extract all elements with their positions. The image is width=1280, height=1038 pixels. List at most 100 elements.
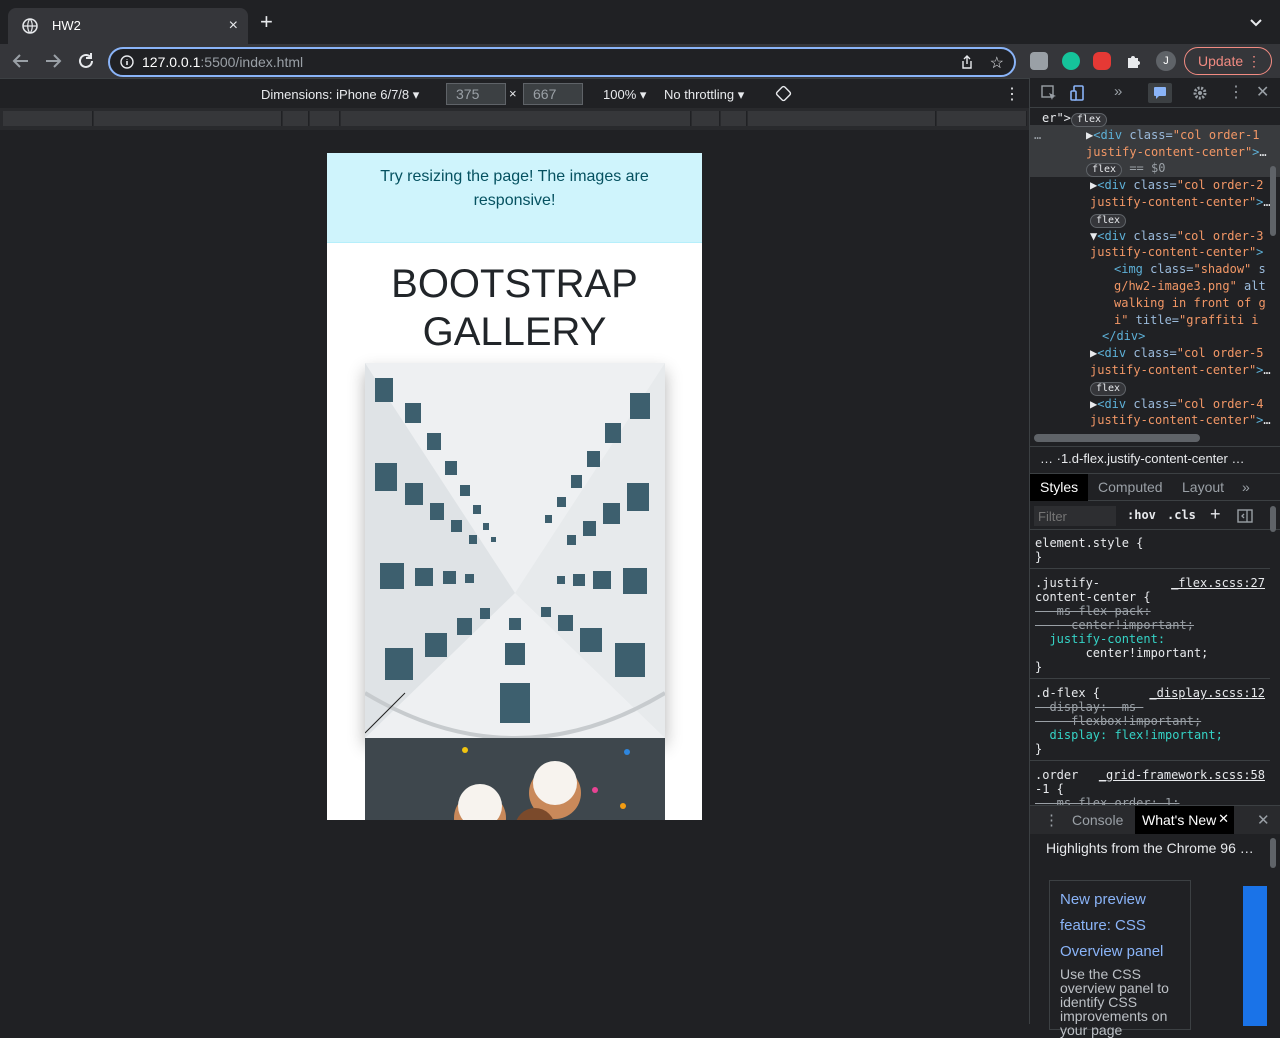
browser-tab[interactable]: HW2 × — [8, 8, 248, 44]
css-rule[interactable]: _display.scss:12 .d-flex { display: -ms- … — [1030, 682, 1270, 761]
dom-node-line[interactable]: justify-content-center"> — [1090, 244, 1263, 260]
inspect-element-icon[interactable] — [1040, 84, 1058, 102]
forward-arrow-icon[interactable] — [42, 50, 64, 72]
dom-node-line[interactable]: <img class="shadow" s — [1114, 261, 1266, 277]
drawer-v-scrollbar[interactable] — [1270, 838, 1276, 868]
flex-badge[interactable]: flex — [1070, 113, 1107, 127]
chevron-down-icon[interactable] — [1248, 14, 1264, 30]
close-devtools-icon[interactable]: ✕ — [1256, 82, 1269, 102]
media-segment[interactable] — [692, 111, 720, 126]
dom-node-line[interactable]: ▶<div class="col order-2 — [1090, 177, 1263, 193]
drawer-menu-icon[interactable]: ⋮ — [1044, 811, 1059, 829]
toggle-sidebar-icon[interactable] — [1237, 508, 1253, 524]
elements-h-scrollbar[interactable] — [1034, 434, 1200, 442]
dom-node-line[interactable]: g/hw2-image3.png" alt — [1114, 278, 1266, 294]
node-ellipsis-icon[interactable]: … — [1034, 127, 1041, 143]
media-segment[interactable] — [94, 111, 282, 126]
url-host: 127.0.0.1 — [142, 54, 201, 70]
media-segment[interactable] — [721, 111, 747, 126]
tab-whats-new[interactable]: What's New ✕ — [1135, 806, 1234, 834]
media-query-bar[interactable] — [0, 108, 1029, 130]
styles-tabs: Styles Computed Layout » — [1030, 473, 1280, 501]
new-tab-button[interactable]: + — [260, 11, 273, 33]
throttling-dropdown[interactable]: No throttling ▾ — [664, 87, 744, 103]
css-rule[interactable]: _flex.scss:27 .justify-content-center { -… — [1030, 572, 1270, 679]
more-panels-icon[interactable]: » — [1114, 83, 1122, 100]
rule-source-link[interactable]: _display.scss:12 — [1149, 686, 1265, 700]
dom-node-line[interactable]: i" title="graffiti i — [1114, 312, 1259, 328]
flex-badge[interactable]: flex — [1086, 163, 1123, 178]
back-arrow-icon[interactable] — [10, 50, 32, 72]
new-rule-icon[interactable]: + — [1210, 504, 1221, 525]
tab-computed[interactable]: Computed — [1088, 474, 1173, 501]
share-icon[interactable] — [960, 55, 974, 69]
building-photo — [365, 363, 665, 738]
feature-card[interactable]: New preview feature: CSS Overview panel … — [1049, 880, 1191, 1037]
tab-styles[interactable]: Styles — [1030, 474, 1089, 501]
extension-1-icon[interactable] — [1030, 52, 1048, 70]
media-segment[interactable] — [937, 111, 1027, 126]
reload-icon[interactable] — [75, 50, 97, 72]
styles-v-scrollbar[interactable] — [1270, 506, 1276, 532]
media-segment[interactable] — [341, 111, 691, 126]
media-segment[interactable] — [283, 111, 309, 126]
dom-node-line[interactable]: justify-content-center">… — [1090, 194, 1271, 210]
dom-node-line[interactable]: ▼<div class="col order-3 — [1090, 228, 1263, 244]
dom-node-line[interactable]: flex == $0 — [1086, 160, 1165, 178]
kebab-menu-icon[interactable]: ⋮ — [1247, 48, 1261, 74]
profile-avatar[interactable]: J — [1156, 51, 1176, 71]
dom-node-line[interactable]: </div> — [1102, 328, 1145, 344]
elements-v-scrollbar[interactable] — [1270, 166, 1276, 236]
dom-node-line[interactable]: justify-content-center">… — [1090, 412, 1271, 428]
hov-toggle[interactable]: :hov — [1127, 508, 1156, 522]
dom-node-line[interactable]: walking in front of g — [1114, 295, 1266, 311]
device-toolbar: Dimensions: iPhone 6/7/8 ▾ 375 × 667 100… — [0, 78, 1029, 108]
puzzle-extensions-icon[interactable] — [1125, 52, 1143, 70]
height-input[interactable]: 667 — [523, 83, 583, 105]
flex-badge[interactable]: flex — [1090, 381, 1127, 396]
width-input[interactable]: 375 — [446, 83, 506, 105]
grammarly-icon[interactable] — [1062, 52, 1080, 70]
media-segment[interactable] — [748, 111, 936, 126]
throttling-label: No throttling — [664, 87, 735, 102]
breadcrumb[interactable]: … ·1.d-flex.justify-content-center … — [1030, 446, 1280, 472]
dom-node-line[interactable]: ▶<div class="col order-5 — [1090, 345, 1263, 361]
media-segment[interactable] — [3, 111, 93, 126]
dom-node-line[interactable]: er"> flex — [1042, 110, 1107, 127]
tab-layout[interactable]: Layout — [1172, 474, 1234, 501]
dom-node-line[interactable]: flex — [1090, 211, 1127, 228]
css-rule[interactable]: element.style {} — [1030, 532, 1270, 569]
dom-node-line[interactable]: justify-content-center">… — [1086, 144, 1267, 160]
device-toolbar-menu-icon[interactable]: ⋮ — [1004, 84, 1020, 104]
dimensions-dropdown[interactable]: Dimensions: iPhone 6/7/8 ▾ — [261, 87, 419, 103]
flex-badge[interactable]: flex — [1090, 213, 1127, 228]
dom-node-line[interactable]: ▶<div class="col order-1 — [1086, 127, 1259, 143]
tab-close-icon[interactable]: × — [229, 16, 238, 36]
elements-tree[interactable]: er"> flex ▶<div class="col order-1 justify-… — [1030, 108, 1280, 428]
update-label: Update — [1198, 53, 1244, 69]
feature-card-title[interactable]: New preview feature: CSS Overview panel — [1060, 887, 1180, 965]
rule-source-link[interactable]: _flex.scss:27 — [1171, 576, 1265, 590]
cls-toggle[interactable]: .cls — [1167, 508, 1196, 522]
bookmark-star-icon[interactable]: ☆ — [990, 53, 1004, 73]
zoom-dropdown[interactable]: 100% ▾ — [603, 87, 646, 103]
more-tabs-icon[interactable]: » — [1232, 474, 1260, 501]
tab-console[interactable]: Console — [1072, 812, 1123, 828]
dom-node-line[interactable]: flex — [1090, 379, 1127, 396]
update-button[interactable]: Update ⋮ — [1184, 47, 1272, 75]
dom-node-line[interactable]: justify-content-center">… — [1090, 362, 1271, 378]
device-toggle-icon[interactable] — [1069, 84, 1087, 102]
media-segment[interactable] — [310, 111, 340, 126]
close-drawer-icon[interactable]: ✕ — [1257, 811, 1270, 829]
rule-source-link[interactable]: _grid-framework.scss:58 — [1099, 768, 1265, 782]
info-icon[interactable] — [120, 55, 134, 69]
extension-3-icon[interactable] — [1093, 52, 1111, 70]
gear-icon[interactable] — [1191, 84, 1209, 102]
dom-node-line[interactable]: ▶<div class="col order-4 — [1090, 396, 1263, 412]
issues-button[interactable] — [1148, 83, 1172, 103]
devtools-menu-icon[interactable]: ⋮ — [1228, 82, 1244, 102]
address-bar[interactable]: 127.0.0.1:5500/index.html ☆ — [108, 47, 1016, 77]
filter-input[interactable] — [1034, 506, 1116, 526]
close-tab-icon[interactable]: ✕ — [1218, 811, 1229, 827]
rotate-icon[interactable] — [775, 85, 792, 102]
